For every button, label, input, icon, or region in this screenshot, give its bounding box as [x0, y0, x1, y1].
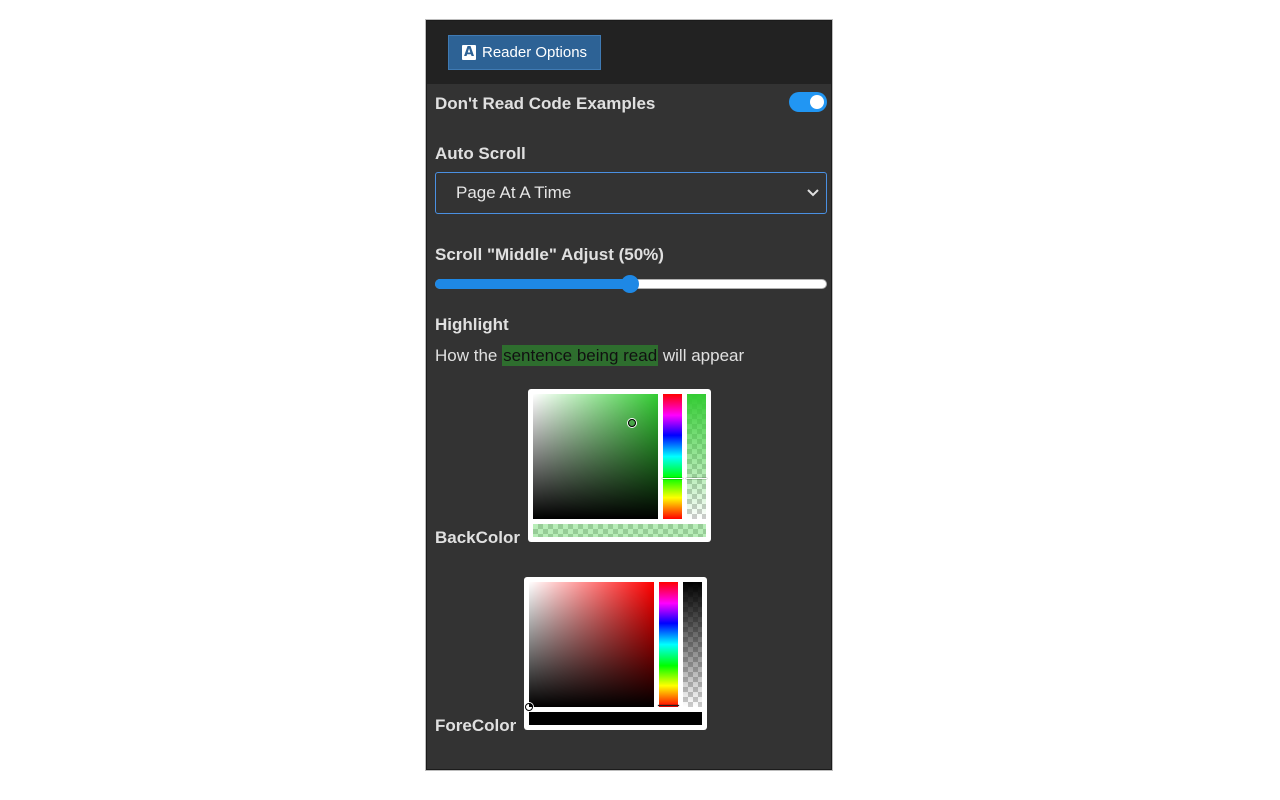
backcolor-alpha-slider[interactable]	[686, 394, 707, 519]
forecolor-preview-fill	[529, 712, 702, 725]
slider-thumb[interactable]	[621, 275, 639, 293]
sample-highlighted-text: sentence being read	[502, 345, 659, 366]
highlight-sample: How the sentence being read will appear	[435, 345, 745, 366]
text-a-icon: A	[462, 45, 476, 60]
chevron-down-icon	[807, 189, 819, 197]
forecolor-alpha-gradient	[683, 582, 702, 707]
forecolor-alpha-slider[interactable]	[683, 582, 702, 707]
forecolor-hue-marker[interactable]	[658, 705, 679, 706]
highlight-label: Highlight	[435, 315, 509, 334]
scroll-adjust-label: Scroll "Middle" Adjust (50%)	[435, 245, 664, 264]
auto-scroll-select[interactable]: Page At A Time	[435, 172, 827, 214]
sv-black-layer	[529, 582, 654, 707]
slider-fill	[435, 279, 630, 289]
sample-after: will appear	[658, 346, 745, 365]
dont-read-code-label: Don't Read Code Examples	[435, 94, 656, 113]
forecolor-sv-marker[interactable]	[525, 703, 533, 711]
backcolor-preview	[533, 524, 706, 537]
backcolor-alpha-gradient	[687, 394, 706, 519]
backcolor-label: BackColor	[435, 528, 521, 547]
forecolor-picker	[524, 577, 707, 730]
forecolor-label: ForeColor	[435, 716, 517, 735]
reader-options-button[interactable]: A Reader Options	[448, 35, 602, 70]
backcolor-sv-marker[interactable]	[628, 419, 636, 427]
auto-scroll-selected-value: Page At A Time	[456, 183, 572, 202]
forecolor-hue-slider[interactable]	[658, 582, 679, 707]
sample-before: How the	[435, 346, 503, 365]
panel-header: A Reader Options	[427, 21, 831, 84]
backcolor-picker	[528, 389, 711, 542]
backcolor-hue-slider[interactable]	[662, 394, 683, 519]
forecolor-saturation-area[interactable]	[525, 582, 654, 711]
toggle-knob	[810, 95, 824, 109]
reader-options-label: Reader Options	[482, 44, 588, 61]
sv-black-layer	[533, 394, 658, 519]
auto-scroll-label: Auto Scroll	[435, 144, 526, 163]
forecolor-preview	[529, 712, 702, 725]
dont-read-code-toggle[interactable]	[789, 92, 827, 112]
backcolor-saturation-area[interactable]	[533, 394, 658, 519]
backcolor-preview-fill	[533, 524, 706, 537]
backcolor-hue-marker[interactable]	[662, 478, 683, 479]
reader-options-panel: A Reader Options Don't Read Code Example…	[425, 19, 833, 771]
backcolor-alpha-marker[interactable]	[686, 478, 707, 479]
scroll-adjust-slider[interactable]	[435, 274, 827, 294]
